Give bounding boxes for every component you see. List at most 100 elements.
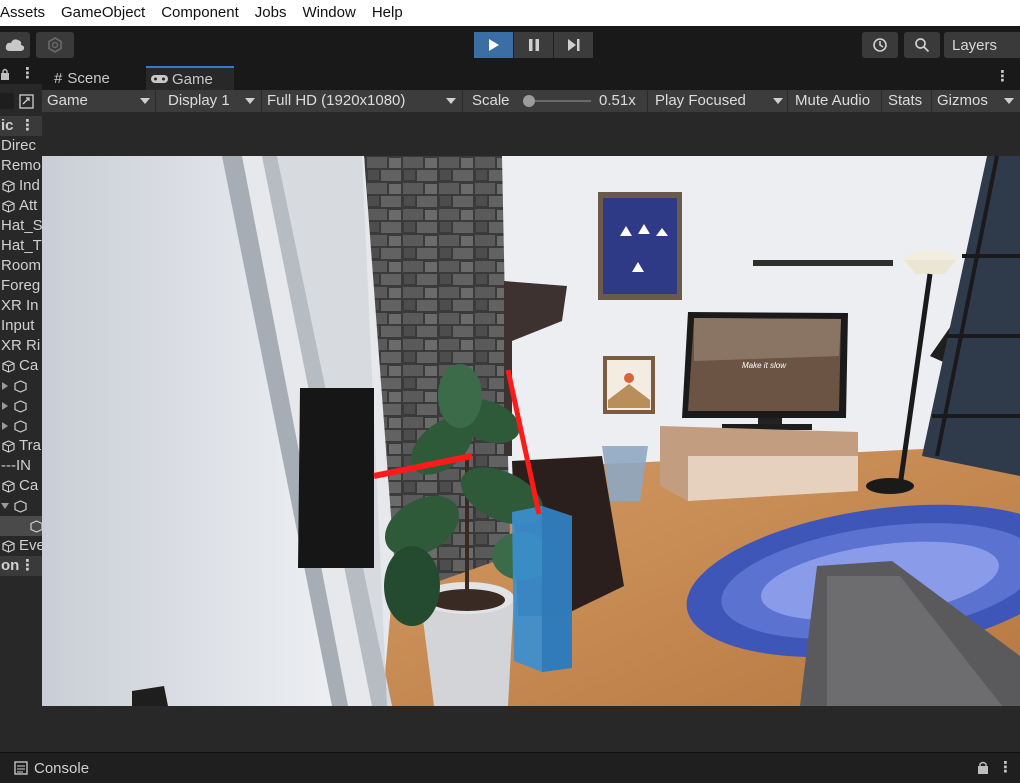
cloud-button[interactable] bbox=[0, 32, 30, 58]
panel-menu-icon[interactable]: ⋮ bbox=[995, 67, 1010, 85]
hierarchy-row-label: Remo bbox=[1, 157, 42, 174]
hierarchy-row-label: Hat_T bbox=[1, 237, 42, 254]
console-tab[interactable]: Console bbox=[14, 756, 89, 780]
hierarchy-row[interactable]: Hat_T bbox=[0, 236, 42, 256]
history-icon bbox=[873, 38, 887, 52]
game-panel: # Scene Game ⋮ Game Display 1 Full HD (1… bbox=[42, 64, 1020, 752]
tab-game[interactable]: Game bbox=[146, 66, 234, 90]
menu-component[interactable]: Component bbox=[153, 0, 247, 26]
play-mode-dropdown[interactable]: Play Focused bbox=[648, 90, 788, 112]
kebab-menu-icon: ⋮ bbox=[20, 117, 35, 134]
tab-scene[interactable]: # Scene bbox=[54, 66, 146, 90]
gameobject-cube-icon bbox=[2, 440, 15, 453]
mute-audio-label: Mute Audio bbox=[795, 92, 871, 109]
collab-icon bbox=[48, 37, 62, 53]
chevron-down-icon bbox=[446, 98, 456, 104]
menu-help[interactable]: Help bbox=[364, 0, 411, 26]
gizmos-dropdown[interactable]: Gizmos bbox=[932, 90, 1020, 112]
hierarchy-row[interactable]: Room bbox=[0, 256, 42, 276]
gameobject-cube-icon bbox=[14, 400, 27, 413]
lock-icon[interactable] bbox=[978, 761, 988, 774]
play-controls bbox=[474, 32, 593, 58]
play-button[interactable] bbox=[474, 32, 514, 58]
hierarchy-row-label: Foreg bbox=[1, 277, 41, 294]
chevron-down-icon bbox=[773, 98, 783, 104]
stats-label: Stats bbox=[888, 92, 923, 109]
display-dropdown[interactable]: Display 1 bbox=[156, 90, 262, 112]
game-view-dropdown[interactable]: Game bbox=[42, 90, 156, 112]
hierarchy-row[interactable] bbox=[0, 416, 42, 436]
tv-caption: Make it slow bbox=[742, 361, 787, 370]
mute-audio-toggle[interactable]: Mute Audio bbox=[788, 90, 882, 112]
menu-assets[interactable]: Assets bbox=[0, 0, 53, 26]
hierarchy-row[interactable]: Ca bbox=[0, 476, 42, 496]
hierarchy-row-label: on bbox=[1, 557, 20, 574]
hierarchy-row[interactable] bbox=[0, 376, 42, 396]
game-view-toolbar: Game Display 1 Full HD (1920x1080) Scale… bbox=[42, 90, 1020, 112]
chevron-right-icon bbox=[2, 422, 8, 430]
hierarchy-row[interactable] bbox=[0, 396, 42, 416]
hierarchy-row[interactable]: Ind bbox=[0, 176, 42, 196]
chevron-right-icon bbox=[2, 402, 8, 410]
gameobject-cube-icon bbox=[2, 480, 15, 493]
hierarchy-row[interactable]: ic ⋮ bbox=[0, 116, 42, 136]
kebab-menu-icon[interactable]: ⋮ bbox=[20, 64, 35, 82]
hierarchy-row[interactable]: Ca bbox=[0, 356, 42, 376]
hierarchy-row[interactable]: on ⋮ bbox=[0, 556, 42, 576]
hierarchy-row[interactable]: Foreg bbox=[0, 276, 42, 296]
hierarchy-row-label: Ca bbox=[19, 357, 39, 374]
hierarchy-row[interactable]: Tra bbox=[0, 436, 42, 456]
hierarchy-row[interactable]: Hat_S bbox=[0, 216, 42, 236]
hierarchy-row[interactable] bbox=[0, 496, 42, 516]
hierarchy-search-input[interactable] bbox=[0, 93, 14, 109]
hierarchy-row[interactable]: Input bbox=[0, 316, 42, 336]
search-icon bbox=[915, 38, 930, 53]
search-button[interactable] bbox=[904, 32, 940, 58]
undo-history-button[interactable] bbox=[862, 32, 898, 58]
chevron-down-icon bbox=[1, 503, 9, 509]
console-icon bbox=[14, 761, 28, 775]
hierarchy-row-label: Tra bbox=[19, 437, 41, 454]
play-mode-value: Play Focused bbox=[655, 92, 746, 109]
hierarchy-row-label: Ca bbox=[19, 477, 39, 494]
menu-gameobject[interactable]: GameObject bbox=[53, 0, 153, 26]
scale-slider-handle[interactable] bbox=[523, 95, 535, 107]
hierarchy-row-label: Eve bbox=[19, 537, 42, 554]
step-button[interactable] bbox=[554, 32, 593, 58]
gameobject-cube-icon bbox=[2, 360, 15, 373]
game-view-value: Game bbox=[47, 92, 88, 109]
hierarchy-row[interactable]: Att bbox=[0, 196, 42, 216]
stats-toggle[interactable]: Stats bbox=[882, 90, 932, 112]
lock-icon[interactable] bbox=[1, 68, 9, 80]
view-tab-bar: # Scene Game ⋮ bbox=[42, 64, 1020, 90]
hierarchy-row-label: Input bbox=[1, 317, 35, 334]
resolution-dropdown[interactable]: Full HD (1920x1080) bbox=[262, 90, 463, 112]
gameobject-cube-icon bbox=[2, 200, 15, 213]
game-viewport[interactable]: Make it slow bbox=[42, 156, 1020, 706]
hierarchy-row-label: Att bbox=[19, 197, 38, 214]
scene-view-icon[interactable] bbox=[19, 94, 34, 109]
layers-dropdown[interactable]: Layers bbox=[944, 32, 1020, 58]
step-icon bbox=[567, 39, 579, 51]
hierarchy-row[interactable]: XR Ri bbox=[0, 336, 42, 356]
collab-button[interactable] bbox=[36, 32, 74, 58]
hierarchy-tab: ⋮ bbox=[0, 64, 42, 84]
cloud-icon bbox=[5, 39, 25, 51]
hierarchy-row[interactable]: Remo bbox=[0, 156, 42, 176]
hierarchy-row[interactable]: ---IN bbox=[0, 456, 42, 476]
hierarchy-row[interactable]: Direc bbox=[0, 136, 42, 156]
menu-window[interactable]: Window bbox=[294, 0, 363, 26]
scale-value: 0.51x bbox=[599, 92, 636, 109]
hierarchy-row[interactable]: Eve bbox=[0, 536, 42, 556]
menu-jobs[interactable]: Jobs bbox=[247, 0, 295, 26]
hierarchy-row-label: XR Ri bbox=[1, 337, 41, 354]
pause-button[interactable] bbox=[514, 32, 554, 58]
gamepad-icon bbox=[151, 75, 168, 83]
hierarchy-row[interactable]: XR In bbox=[0, 296, 42, 316]
scale-slider[interactable] bbox=[523, 95, 591, 107]
scale-control: Scale 0.51x bbox=[463, 90, 648, 112]
hierarchy-row[interactable] bbox=[0, 516, 42, 536]
game-render: Make it slow bbox=[42, 156, 1020, 706]
gameobject-cube-icon bbox=[14, 500, 27, 513]
console-menu-icon[interactable]: ⋮ bbox=[998, 758, 1013, 776]
